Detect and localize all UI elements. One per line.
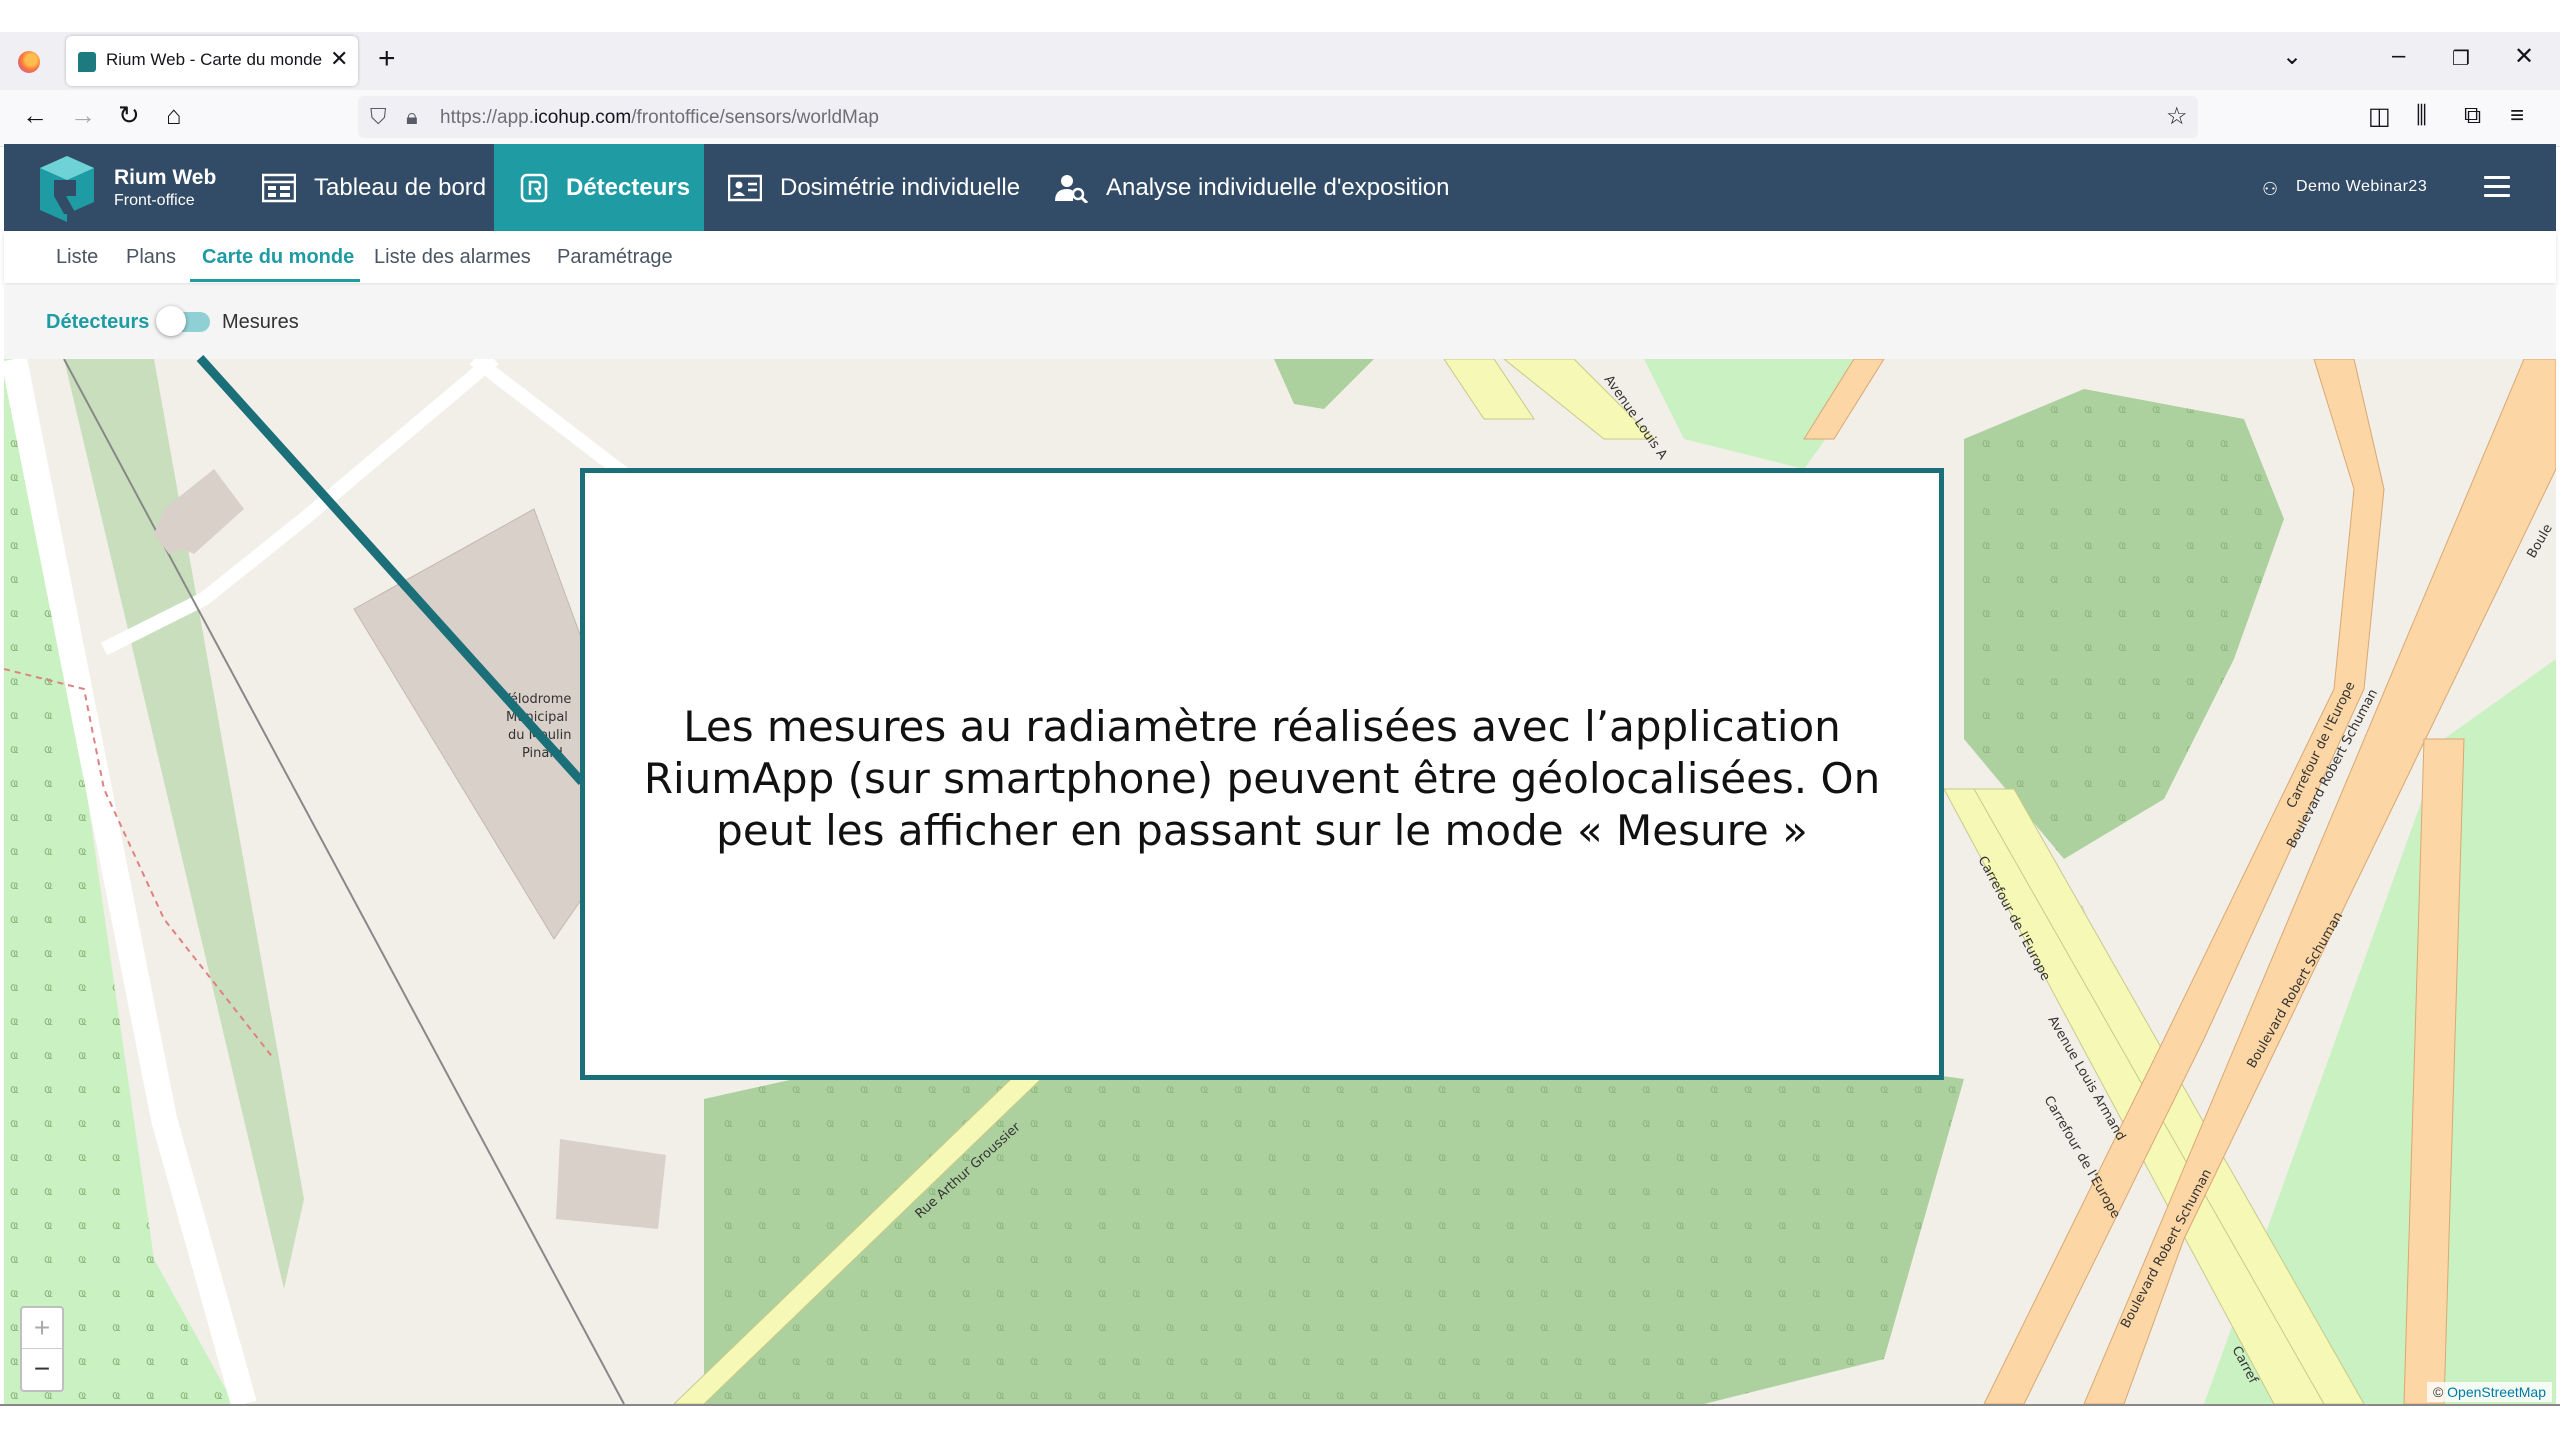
tab-close-icon[interactable]: ✕ bbox=[330, 46, 348, 72]
new-tab-icon[interactable]: + bbox=[378, 42, 396, 76]
rium-logo-icon bbox=[40, 156, 94, 222]
mode-toggle-knob[interactable] bbox=[156, 306, 186, 336]
rium-favicon-icon bbox=[78, 52, 96, 72]
tutorial-callout-box: Les mesures au radiamètre réalisées avec… bbox=[580, 468, 1944, 1080]
menu-dosimetrie[interactable]: Dosimétrie individuelle bbox=[727, 144, 1021, 231]
toggle-label-mesures[interactable]: Mesures bbox=[222, 311, 299, 334]
subnav-liste[interactable]: Liste bbox=[56, 246, 98, 269]
tutorial-text: Les mesures au radiamètre réalisées avec… bbox=[643, 702, 1881, 855]
building-block bbox=[556, 1139, 666, 1229]
subnav-parametrage[interactable]: Paramétrage bbox=[557, 246, 673, 269]
shield-icon[interactable]: ⛉ bbox=[370, 104, 387, 130]
extensions-icon[interactable]: ⧉ bbox=[2464, 102, 2481, 130]
top-margin bbox=[0, 0, 2560, 32]
boule-label: Boule bbox=[2524, 522, 2555, 561]
openstreetmap-link[interactable]: OpenStreetMap bbox=[2447, 1384, 2546, 1400]
library-icon[interactable]: ⫼ bbox=[2416, 102, 2427, 130]
velodrome-label-1: Vélodrome bbox=[502, 692, 571, 707]
tab-title: Rium Web - Carte du monde bbox=[106, 50, 323, 69]
bookmark-star-icon[interactable]: ☆ bbox=[2166, 102, 2188, 131]
close-window-icon[interactable]: ✕ bbox=[2514, 42, 2534, 71]
map-attribution: © OpenStreetMap bbox=[2426, 1382, 2552, 1402]
back-icon[interactable]: ← bbox=[22, 100, 48, 131]
pocket-icon[interactable]: ◫ bbox=[2368, 102, 2391, 131]
subnav-liste-des-alarmes[interactable]: Liste des alarmes bbox=[374, 246, 531, 269]
zoom-out-button[interactable]: − bbox=[22, 1349, 62, 1389]
url-text[interactable]: https://app.icohup.com/frontoffice/senso… bbox=[440, 107, 879, 129]
user-name[interactable]: Demo Webinar23 bbox=[2296, 178, 2427, 196]
user-icon[interactable]: ⚇ bbox=[2262, 179, 2278, 200]
mode-toggle-bar bbox=[4, 285, 2556, 359]
menu-label: Analyse individuelle d'exposition bbox=[1106, 173, 1450, 201]
active-tab-underline bbox=[190, 279, 360, 282]
minimize-icon[interactable]: – bbox=[2392, 42, 2405, 70]
zoom-control: + − bbox=[20, 1306, 64, 1392]
menu-label: Dosimétrie individuelle bbox=[780, 173, 1021, 201]
brand-name: Rium Web bbox=[114, 166, 217, 189]
zoom-in-button[interactable]: + bbox=[22, 1308, 62, 1349]
tab-list-chevron-icon[interactable]: ⌄ bbox=[2282, 42, 2302, 71]
velodrome-label-4: Pinard bbox=[522, 746, 563, 761]
forward-icon[interactable]: → bbox=[70, 100, 96, 131]
toggle-label-detecteurs[interactable]: Détecteurs bbox=[46, 311, 149, 334]
detector-icon bbox=[520, 173, 548, 203]
app-menu-icon[interactable]: ≡ bbox=[2510, 102, 2524, 130]
menu-analyse-exposition[interactable]: Analyse individuelle d'exposition bbox=[1054, 144, 1449, 231]
restore-icon[interactable]: ❐ bbox=[2452, 46, 2470, 71]
lock-icon[interactable]: 🔒︎ bbox=[406, 104, 418, 130]
reload-icon[interactable]: ↻ bbox=[118, 100, 140, 131]
user-search-icon bbox=[1054, 173, 1089, 204]
brand-subtitle: Front-office bbox=[114, 192, 195, 209]
home-icon[interactable]: ⌂ bbox=[166, 100, 182, 131]
id-card-icon bbox=[727, 173, 763, 203]
menu-detecteurs[interactable]: Détecteurs bbox=[494, 144, 704, 231]
menu-tableau-de-bord[interactable]: Tableau de bord bbox=[258, 144, 490, 231]
firefox-icon bbox=[18, 51, 40, 73]
velodrome-label-2: Municipal bbox=[506, 710, 568, 725]
bottom-margin bbox=[0, 1404, 2560, 1442]
subnav-carte-du-monde[interactable]: Carte du monde bbox=[202, 246, 354, 269]
dashboard-icon bbox=[261, 173, 297, 203]
hamburger-menu-icon[interactable] bbox=[2484, 176, 2510, 198]
velodrome-label-3: du Moulin bbox=[508, 728, 572, 743]
menu-label: Détecteurs bbox=[566, 173, 691, 201]
subnav-plans[interactable]: Plans bbox=[126, 246, 176, 269]
menu-label: Tableau de bord bbox=[314, 173, 487, 201]
